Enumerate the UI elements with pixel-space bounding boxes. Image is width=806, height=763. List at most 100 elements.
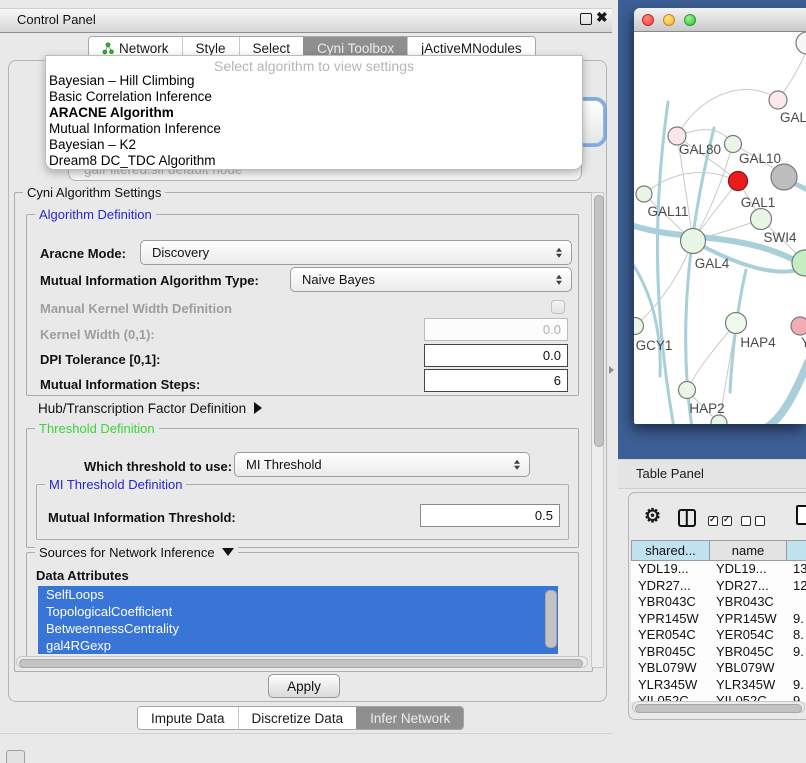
table-cell[interactable]: YDL19... [638, 561, 707, 578]
graph-node-label: HAP4 [740, 335, 776, 350]
table-cell[interactable]: YER054C [638, 627, 707, 644]
popup-item[interactable]: Bayesian – Hill Climbing [46, 73, 582, 89]
table-cell[interactable]: 8. [793, 627, 806, 644]
horizontal-scrollbar[interactable] [16, 656, 588, 668]
close-traffic-icon[interactable] [642, 14, 654, 26]
table-cell[interactable]: YDR27... [638, 578, 707, 595]
graph-node-label: Y [801, 335, 806, 350]
attribute-item[interactable]: TopologicalCoefficient [38, 603, 558, 620]
close-icon[interactable]: ✖ [596, 9, 608, 26]
split-columns-icon[interactable] [678, 509, 696, 527]
mi-steps-label: Mutual Information Steps: [40, 377, 200, 392]
horizontal-scrollbar-thumb[interactable] [19, 659, 583, 668]
network-window-titlebar[interactable] [634, 8, 806, 32]
popup-item[interactable]: Dream8 DC_TDC Algorithm [46, 153, 582, 169]
graph-node-gal11[interactable] [636, 186, 652, 202]
popup-item[interactable]: ARACNE Algorithm [46, 105, 582, 121]
node-table: shared...nameYDL19...YDL19...13YDR27...Y… [631, 540, 806, 702]
table-horizontal-scrollbar-thumb[interactable] [635, 704, 802, 713]
tab-label: Discretize Data [252, 711, 344, 726]
aracne-mode-combo[interactable]: Discovery [140, 240, 572, 265]
graph-node-label: GAL [780, 110, 806, 125]
which-threshold-combo[interactable]: MI Threshold [234, 452, 530, 477]
graph-node-gal10[interactable] [725, 136, 742, 153]
data-attributes-label: Data Attributes [36, 568, 129, 583]
attribute-item[interactable]: BetweennessCentrality [38, 620, 558, 637]
graph-node-swi4[interactable] [751, 209, 772, 230]
hub-tf-section-header[interactable]: Hub/Transcription Factor Definition [38, 401, 262, 416]
zoom-traffic-icon[interactable] [684, 14, 696, 26]
graph-node-label: GAL4 [695, 256, 730, 271]
table-cell[interactable]: 9. [793, 644, 806, 661]
table-cell[interactable]: YLR345W [716, 677, 784, 694]
tab-infer-network[interactable]: Infer Network [356, 707, 463, 729]
manual-kernel-checkbox[interactable] [551, 300, 565, 314]
table-horizontal-scrollbar[interactable] [632, 701, 805, 713]
minimize-traffic-icon[interactable] [663, 14, 675, 26]
table-cell[interactable]: 9. [793, 677, 806, 694]
table-cell[interactable]: YBL079W [638, 660, 707, 677]
column-header-shared-[interactable]: shared... [631, 540, 710, 561]
algorithm-definition-title: Algorithm Definition [35, 207, 156, 222]
export-table-icon[interactable] [796, 505, 806, 525]
tab-label: Style [196, 41, 226, 56]
table-cell[interactable]: YDL19... [716, 561, 784, 578]
settings-scrollbar-thumb[interactable] [594, 195, 604, 447]
table-cell[interactable]: 13 [793, 561, 806, 578]
popup-item[interactable]: Bayesian – K2 [46, 137, 582, 153]
graph-node-gal4[interactable] [681, 229, 706, 254]
table-cell[interactable] [793, 660, 806, 677]
table-cell[interactable]: YBL079W [716, 660, 784, 677]
table-cell[interactable]: YBR045C [716, 644, 784, 661]
table-cell[interactable]: YPR145W [716, 611, 784, 628]
graph-edge[interactable] [766, 362, 806, 424]
graph-node-gal1[interactable] [729, 172, 748, 191]
graph-node-hap4[interactable] [726, 313, 747, 334]
graph-node-gal[interactable] [769, 91, 787, 109]
deselect-all-columns-icon[interactable] [741, 513, 769, 531]
graph-node-hap2[interactable] [679, 382, 696, 399]
kernel-width-field[interactable]: 0.0 [424, 318, 568, 341]
graph-node-y[interactable] [791, 317, 806, 335]
gear-icon[interactable]: ⚙ [644, 505, 661, 528]
kernel-width-label: Kernel Width (0,1): [40, 327, 155, 342]
graph-node[interactable] [796, 32, 806, 54]
settings-scrollbar[interactable] [591, 192, 604, 668]
table-cell[interactable]: YBR045C [638, 644, 707, 661]
column-header-col2[interactable] [786, 540, 806, 561]
table-cell[interactable]: 12 [793, 578, 806, 595]
minimized-panel-icon[interactable] [6, 750, 25, 763]
graph-edge[interactable] [687, 323, 736, 390]
graph-node[interactable] [771, 164, 797, 190]
mi-steps-field[interactable]: 6 [424, 369, 568, 392]
table-cell[interactable]: YLR345W [638, 677, 707, 694]
graph-node[interactable] [711, 415, 727, 424]
popup-item[interactable]: Basic Correlation Inference [46, 89, 582, 105]
table-cell[interactable]: YBR043C [716, 594, 784, 611]
mi-threshold-field[interactable]: 0.5 [420, 504, 560, 527]
attributes-scrollbar-thumb[interactable] [545, 590, 557, 648]
select-all-columns-icon[interactable] [708, 513, 736, 531]
attribute-item[interactable]: SelfLoops [38, 586, 558, 603]
table-cell[interactable]: YPR145W [638, 611, 707, 628]
table-cell[interactable]: YER054C [716, 627, 784, 644]
graph-node-label: GAL80 [679, 142, 721, 157]
dpi-tolerance-field[interactable]: 0.0 [424, 344, 568, 367]
tab-impute-data[interactable]: Impute Data [138, 707, 238, 729]
float-window-icon[interactable] [580, 13, 592, 25]
sources-title[interactable]: Sources for Network Inference [35, 545, 238, 560]
tab-discretize-data[interactable]: Discretize Data [238, 707, 357, 729]
graph-edge[interactable] [677, 90, 778, 136]
table-cell[interactable]: YBR043C [638, 594, 707, 611]
table-cell[interactable] [793, 594, 806, 611]
popup-item[interactable]: Mutual Information Inference [46, 121, 582, 137]
column-header-name[interactable]: name [709, 540, 787, 561]
mi-algorithm-type-combo[interactable]: Naive Bayes [290, 267, 572, 292]
apply-button[interactable]: Apply [268, 674, 340, 698]
table-cell[interactable]: 9. [793, 611, 806, 628]
panel-resize-arrow-icon[interactable] [609, 366, 614, 374]
attribute-item[interactable]: gal4RGexp [38, 637, 558, 654]
network-canvas[interactable]: GALGAL80GAL10GAL1SWI4GAL11GAL4GCY1HAP4YH… [634, 32, 806, 424]
mi-algorithm-type-value: Naive Bayes [302, 272, 375, 287]
table-cell[interactable]: YDR27... [716, 578, 784, 595]
